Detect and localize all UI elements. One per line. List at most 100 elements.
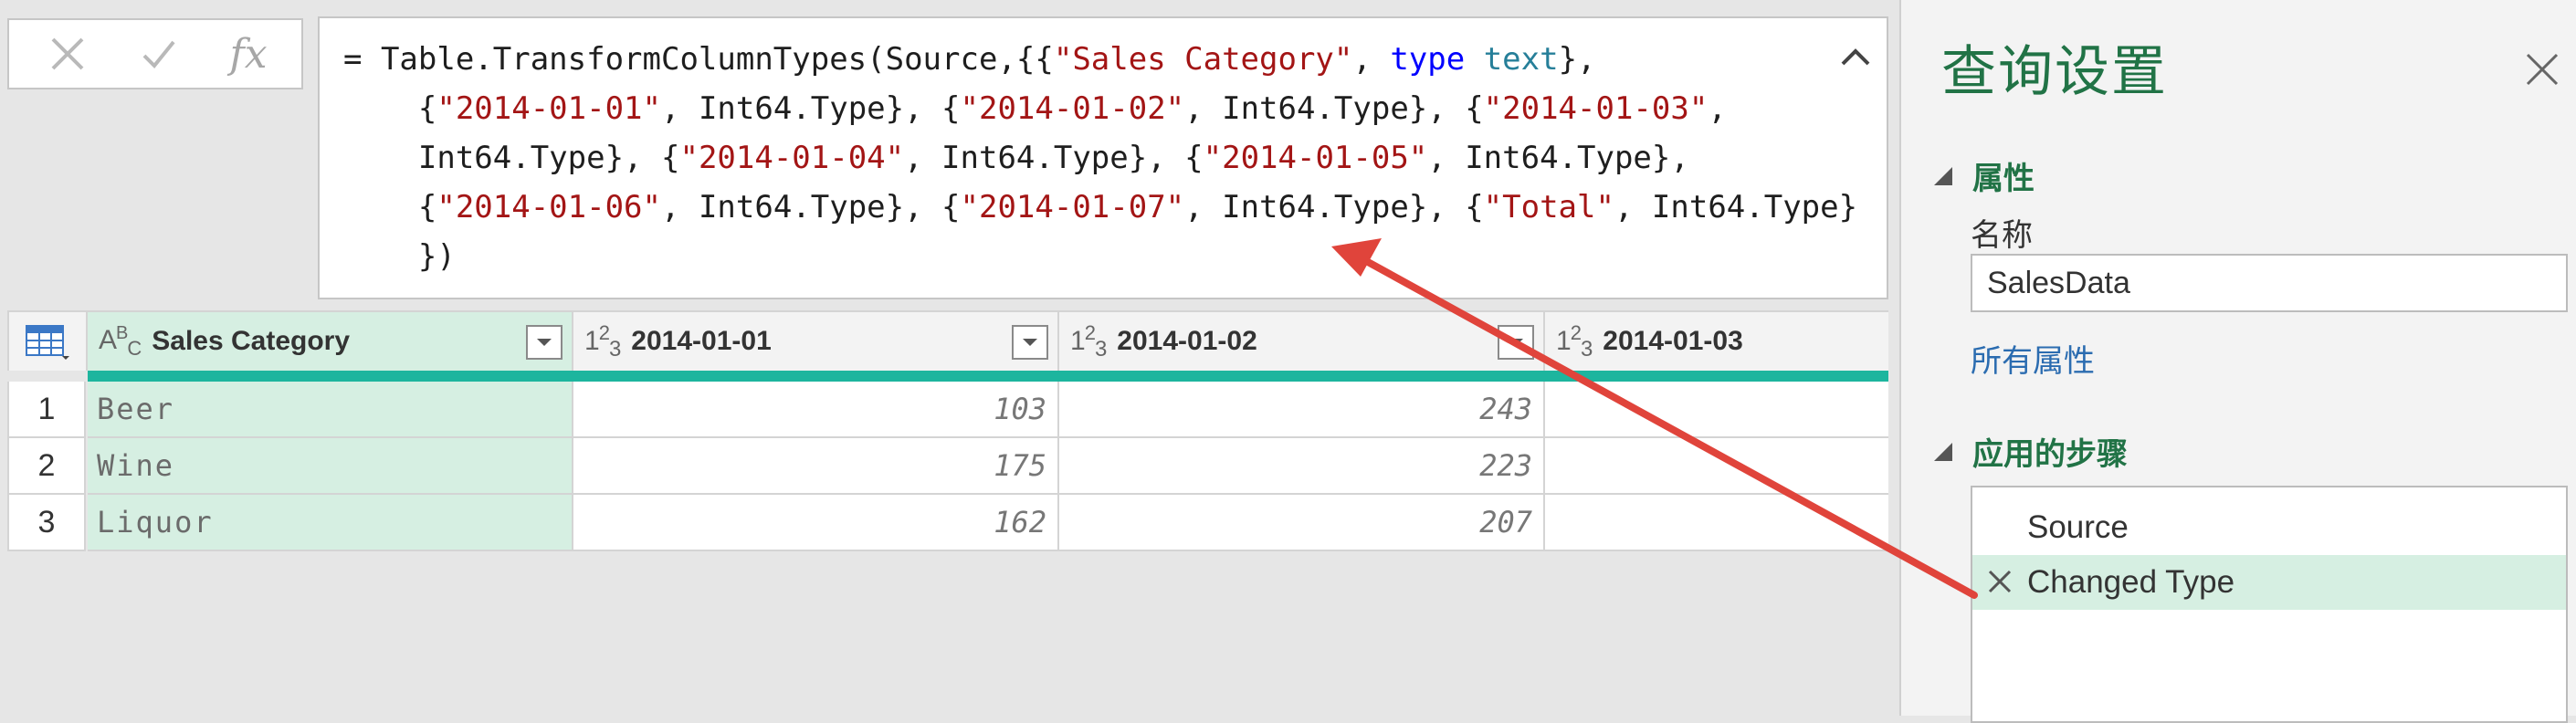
formula-token: "2014-01-06": [436, 189, 661, 225]
formula-text[interactable]: = Table.TransformColumnTypes(Source,{{"S…: [343, 35, 1859, 281]
step-source[interactable]: Source: [1972, 500, 2566, 555]
whole-number-type-icon[interactable]: 123: [584, 321, 621, 362]
step-label: Changed Type: [2027, 564, 2235, 600]
formula-token: {: [343, 189, 437, 225]
name-label: 名称: [1971, 217, 2033, 254]
row-number[interactable]: 3: [7, 495, 86, 551]
cancel-formula-button[interactable]: [31, 29, 104, 79]
formula-token: ,: [1352, 41, 1391, 78]
query-name-input[interactable]: [1971, 254, 2568, 312]
table-cell[interactable]: 207: [1059, 495, 1545, 551]
close-pane-button[interactable]: [2524, 51, 2560, 88]
column-title: 2014-01-02: [1117, 326, 1257, 356]
insert-function-button[interactable]: fx: [212, 29, 285, 79]
formula-bar-controls: fx: [7, 18, 303, 89]
collapse-triangle-icon: [1934, 166, 1952, 185]
formula-token: = Table.TransformColumnTypes(Source,{{: [343, 41, 1054, 78]
whole-number-type-icon[interactable]: 123: [1070, 321, 1107, 362]
table-cell[interactable]: 101: [1545, 382, 1888, 438]
table-menu-button[interactable]: [7, 310, 88, 371]
applied-steps-section-toggle[interactable]: 应用的步骤: [1934, 429, 2128, 474]
formula-token: "2014-01-02": [960, 90, 1185, 127]
delete-step-button[interactable]: [1985, 567, 2014, 596]
confirm-formula-button[interactable]: [122, 29, 195, 79]
formula-token: "Sales Category": [1053, 41, 1353, 78]
formula-line: = Table.TransformColumnTypes(Source,{{"S…: [343, 35, 1859, 84]
column-quality-bar: [1059, 371, 1545, 382]
table-cell[interactable]: Wine: [88, 438, 573, 495]
row-number[interactable]: 1: [7, 382, 86, 438]
formula-token: }): [343, 238, 456, 275]
formula-token: , Int64.Type}, {: [661, 189, 961, 225]
formula-token: type: [1390, 41, 1466, 78]
fx-icon: fx: [229, 30, 268, 78]
formula-line: {"2014-01-06", Int64.Type}, {"2014-01-07…: [343, 183, 1859, 232]
data-grid: ABC Sales Category 123 2014-01-01 123 2014-01…: [7, 310, 1888, 555]
column-title: Sales Category: [152, 326, 351, 356]
formula-token: "2014-01-03": [1483, 90, 1709, 127]
formula-token: "2014-01-01": [436, 90, 661, 127]
table-cell[interactable]: 162: [573, 495, 1059, 551]
text-type-icon[interactable]: ABC: [99, 323, 142, 361]
properties-section-toggle[interactable]: 属性: [1934, 153, 2035, 198]
column-filter-button[interactable]: [526, 325, 563, 360]
formula-token: "2014-01-05": [1203, 140, 1428, 176]
delete-icon: [1988, 570, 2012, 593]
collapse-formula-button[interactable]: [1835, 38, 1876, 79]
table-cell[interactable]: Beer: [88, 382, 573, 438]
column-header[interactable]: ABC Sales Category: [88, 310, 573, 371]
row-number[interactable]: 2: [7, 438, 86, 495]
pane-title: 查询设置: [1941, 40, 2168, 104]
column-filter-button[interactable]: [1498, 325, 1534, 360]
formula-line: {"2014-01-01", Int64.Type}, {"2014-01-02…: [343, 84, 1859, 133]
applied-steps-header: 应用的步骤: [1972, 436, 2128, 473]
column-quality-bar: [1545, 371, 1888, 382]
formula-token: , Int64.Type}, {: [1184, 90, 1484, 127]
check-icon: [142, 40, 175, 68]
column-title: 2014-01-03: [1603, 326, 1743, 356]
chevron-down-icon: [1023, 339, 1037, 346]
formula-line: Int64.Type}, {"2014-01-04", Int64.Type},…: [343, 133, 1859, 183]
formula-token: , Int64.Type}, {: [1184, 189, 1484, 225]
chevron-down-icon: [1509, 339, 1523, 346]
query-settings-pane: 查询设置 属性 名称 所有属性 应用的步骤 Source Changed Typ…: [1899, 0, 2576, 723]
formula-token: "2014-01-07": [960, 189, 1185, 225]
formula-token: , Int64.Type}, {: [904, 140, 1204, 176]
formula-token: , Int64.Type}, {: [661, 90, 961, 127]
all-properties-link[interactable]: 所有属性: [1971, 336, 2095, 381]
column-filter-button[interactable]: [1012, 325, 1048, 360]
table-cell[interactable]: 175: [573, 438, 1059, 495]
whole-number-type-icon[interactable]: 123: [1556, 321, 1593, 362]
chevron-down-icon: [537, 339, 552, 346]
chevron-up-icon: [1841, 48, 1870, 66]
formula-token: , Int64.Type},: [1427, 140, 1689, 176]
formula-token: [1465, 41, 1483, 78]
step-label: Source: [2027, 509, 2129, 545]
column-quality-bar: [88, 371, 573, 382]
close-icon: [2526, 53, 2559, 86]
table-cell[interactable]: 243: [1059, 382, 1545, 438]
formula-token: Int64.Type}, {: [343, 140, 680, 176]
formula-line: }): [343, 232, 1859, 281]
formula-token: text: [1483, 41, 1559, 78]
formula-token: {: [343, 90, 437, 127]
column-header[interactable]: 123 2014-01-02: [1059, 310, 1545, 371]
formula-token: "2014-01-04": [679, 140, 905, 176]
formula-token: , Int64.Type}: [1614, 189, 1858, 225]
column-quality-bar: [573, 371, 1059, 382]
table-cell[interactable]: 103: [573, 382, 1059, 438]
step-changed-type[interactable]: Changed Type: [1972, 555, 2566, 610]
formula-token: },: [1558, 41, 1596, 78]
formula-editor[interactable]: = Table.TransformColumnTypes(Source,{{"S…: [318, 16, 1888, 299]
formula-token: ,: [1708, 90, 1727, 127]
column-header[interactable]: 123 2014-01-03: [1545, 310, 1888, 371]
properties-header: 属性: [1972, 161, 2035, 197]
table-cell[interactable]: 138: [1545, 438, 1888, 495]
close-icon: [51, 37, 84, 70]
table-cell[interactable]: 103: [1545, 495, 1888, 551]
table-cell[interactable]: Liquor: [88, 495, 573, 551]
table-cell[interactable]: 223: [1059, 438, 1545, 495]
collapse-triangle-icon: [1934, 442, 1952, 461]
column-title: 2014-01-01: [631, 326, 772, 356]
column-header[interactable]: 123 2014-01-01: [573, 310, 1059, 371]
